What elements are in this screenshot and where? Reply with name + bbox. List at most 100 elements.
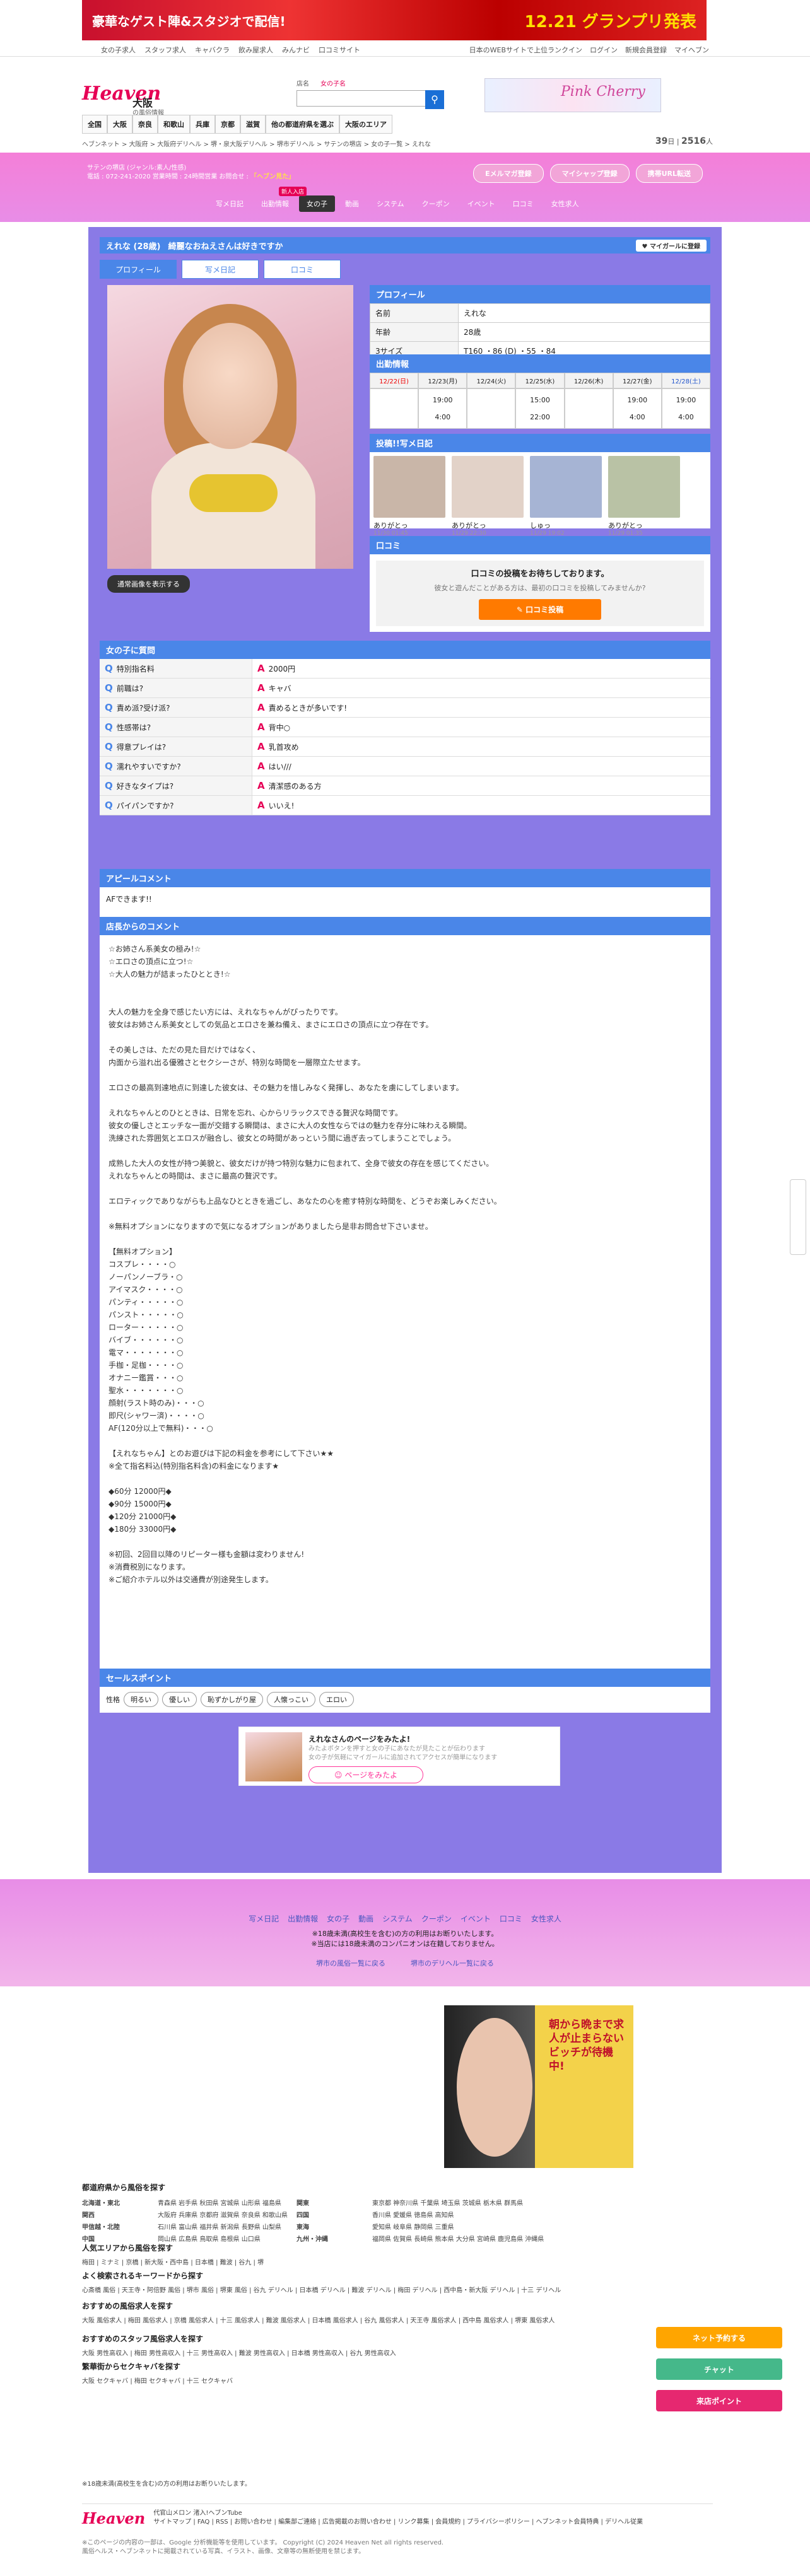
qa-row: Q 濡れやすいですか? A はい/// xyxy=(100,757,710,776)
side-ad[interactable]: Pink Cherry xyxy=(484,78,661,112)
shop-tab[interactable]: 出勤情報 xyxy=(254,195,296,212)
diary-title: ありがとっ xyxy=(452,522,486,530)
mita-title: えれなさんのページをみたよ! xyxy=(308,1735,411,1744)
search-input[interactable] xyxy=(296,90,425,107)
search-block-links[interactable]: 梅田 | ミナミ | 京橋 | 新大阪・西中島 | 日本橋 | 難波 | 谷九 … xyxy=(82,2257,713,2266)
bottom-tab[interactable]: 出勤情報 xyxy=(288,1913,318,1924)
footer-links-1[interactable]: 代官山メロン 渚入!ヘブンTube xyxy=(153,2509,643,2518)
diary-title: ありがとっ xyxy=(608,522,643,530)
mita-button[interactable]: ☺ ページをみたよ xyxy=(308,1766,424,1783)
diary-item[interactable]: ありがとっ 11/29 22:30 xyxy=(452,456,524,537)
pref-nav-item[interactable]: 奈良 xyxy=(132,115,158,134)
pref-nav-item[interactable]: 和歌山 xyxy=(158,115,190,134)
shop-tab[interactable]: イベント xyxy=(460,195,503,212)
search-block-links[interactable]: 心斎橋 風俗 | 天王寺・阿倍野 風俗 | 堺市 風俗 | 堺東 風俗 | 谷九… xyxy=(82,2285,713,2294)
profile-tab[interactable]: 写メ日記 xyxy=(182,260,259,279)
float-point-button[interactable]: 来店ポイント xyxy=(656,2390,782,2411)
top-nav-right-link[interactable]: 新規会員登録 xyxy=(625,45,667,55)
top-nav-link[interactable]: みんナビ xyxy=(282,45,310,55)
shop-button[interactable]: マイシャップ登録 xyxy=(549,164,630,183)
diary-item[interactable]: しゅっ 11/29 19:02 xyxy=(530,456,602,537)
bottom-tab[interactable]: 女性求人 xyxy=(531,1913,561,1924)
bottom-ad[interactable]: 朝から晩まで求人が止まらないビッチが待機中! xyxy=(444,2005,633,2168)
review-header: 口コミ xyxy=(370,536,710,554)
top-nav-right-link[interactable]: 日本のWEBサイトで上位ランクイン xyxy=(469,45,582,55)
bottom-link[interactable]: 堺市のデリヘル一覧に戻る xyxy=(411,1958,494,1968)
search-block-links[interactable]: 大阪 男性高収入 | 梅田 男性高収入 | 十三 男性高収入 | 難波 男性高収… xyxy=(82,2348,713,2357)
shop-tab[interactable]: システム xyxy=(369,195,412,212)
shop-tab[interactable]: クーポン xyxy=(414,195,457,212)
shop-tab[interactable]: 女性求人 xyxy=(544,195,587,212)
search-block-links[interactable]: 大阪 風俗求人 | 梅田 風俗求人 | 京橋 風俗求人 | 十三 風俗求人 | … xyxy=(82,2315,713,2324)
profile-tab[interactable]: プロフィール xyxy=(100,260,177,279)
mygirl-button[interactable]: ♥ マイガールに登録 xyxy=(635,240,707,252)
top-nav-link[interactable]: 飲み屋求人 xyxy=(238,45,273,55)
region-prefs[interactable]: 福岡県 佐賀県 長崎県 熊本県 大分県 宮崎県 鹿児島県 沖縄県 xyxy=(372,2234,561,2243)
pref-nav-item[interactable]: 滋賀 xyxy=(240,115,266,134)
breadcrumb-text[interactable]: ヘブンネット > 大阪府 > 大阪府デリヘル > 堺・泉大阪デリヘル > 堺市デ… xyxy=(82,141,431,148)
shop-button[interactable]: 携帯URL転送 xyxy=(635,164,703,183)
region-name: 関東 xyxy=(296,2200,309,2207)
search-block-links[interactable]: 大阪 セクキャバ | 梅田 セクキャバ | 十三 セクキャバ xyxy=(82,2375,713,2385)
diary-thumbnail xyxy=(608,456,680,518)
region-prefs[interactable]: 石川県 富山県 福井県 新潟県 長野県 山梨県 xyxy=(158,2222,296,2231)
search-block-title: 繁華街からセクキャバを探す xyxy=(82,2362,181,2371)
qa-row: Q 前職は? A キャバ xyxy=(100,679,710,698)
shop-tab[interactable]: 動画 xyxy=(338,195,367,212)
bottom-tab[interactable]: 口コミ xyxy=(500,1913,522,1924)
top-nav-link[interactable]: 口コミサイト xyxy=(319,45,360,55)
region-prefs[interactable]: 香川県 愛媛県 徳島県 高知県 xyxy=(372,2210,561,2219)
search-button[interactable]: ⚲ xyxy=(425,90,444,109)
bottom-tab[interactable]: 動画 xyxy=(358,1913,373,1924)
qa-answer: A 2000円 xyxy=(252,659,300,678)
diary-item[interactable]: ありがとっ 11/29 01:35 xyxy=(608,456,680,537)
float-reserve-button[interactable]: ネット予約する xyxy=(656,2327,782,2348)
heart-icon: ♥ xyxy=(642,243,650,250)
region-prefs[interactable]: 青森県 岩手県 秋田県 宮城県 山形県 福島県 xyxy=(158,2198,296,2207)
shop-tab[interactable]: 女の子 xyxy=(299,195,335,212)
girl-photo[interactable] xyxy=(107,285,353,569)
q-mark: Q xyxy=(105,780,113,791)
bottom-tab[interactable]: イベント xyxy=(461,1913,491,1924)
bottom-nav: 写メ日記 出勤情報 女の子 動画 システム クーポン イベント 口コミ 女性求人 ※18歳未満(… xyxy=(0,1879,810,1986)
pref-nav-item[interactable]: 大阪のエリア xyxy=(339,115,392,134)
top-nav-link[interactable]: 女の子求人 xyxy=(101,45,136,55)
search-girl-link[interactable]: 女の子名 xyxy=(320,78,346,88)
footer-logo[interactable]: Heaven xyxy=(82,2509,145,2527)
bottom-tab[interactable]: 写メ日記 xyxy=(249,1913,279,1924)
region-prefs[interactable]: 岡山県 広島県 鳥取県 島根県 山口県 xyxy=(158,2234,296,2243)
diary-item[interactable]: ありがとっ 11/30 01:45 xyxy=(373,456,445,537)
profile-tab[interactable]: 口コミ xyxy=(264,260,341,279)
bottom-links: 堺市の風俗一覧に戻る 堺市のデリヘル一覧に戻る xyxy=(0,1958,810,1968)
pref-nav-item[interactable]: 他の都道府県を選ぶ xyxy=(266,115,339,134)
bottom-tab[interactable]: システム xyxy=(382,1913,413,1924)
shop-tab[interactable]: 口コミ xyxy=(505,195,541,212)
shop-name[interactable]: サテンの堺店 (ジャンル:素人/性感) xyxy=(87,164,295,173)
pref-nav-item[interactable]: 兵庫 xyxy=(190,115,215,134)
pref-nav-item[interactable]: 大阪 xyxy=(107,115,132,134)
shop-tab[interactable]: 写メ日記 xyxy=(208,195,251,212)
bottom-link[interactable]: 堺市の風俗一覧に戻る xyxy=(316,1958,385,1968)
top-nav-right-link[interactable]: マイヘブン xyxy=(674,45,709,55)
bottom-tab[interactable]: 女の子 xyxy=(327,1913,349,1924)
top-nav-right-link[interactable]: ログイン xyxy=(590,45,618,55)
review-post-button[interactable]: ✎ 口コミ投稿 xyxy=(478,599,602,620)
top-banner[interactable]: 豪華なゲスト陣&スタジオで配信! 12.21 グランプリ発表 xyxy=(82,0,707,40)
float-chat-button[interactable]: チャット xyxy=(656,2358,782,2380)
diary-header: 投稿!!写メ日記 xyxy=(370,434,710,452)
banner-left: 豪華なゲスト陣&スタジオで配信! xyxy=(92,13,286,29)
heaven-logo[interactable]: Heaven xyxy=(82,78,161,110)
show-normal-photo-button[interactable]: 通常画像を表示する xyxy=(107,575,190,593)
top-nav-link[interactable]: スタッフ求人 xyxy=(144,45,186,55)
pref-nav-item[interactable]: 京都 xyxy=(215,115,240,134)
footer-links-2[interactable]: サイトマップ | FAQ | RSS | お問い合わせ | 編集部ご連絡 | 広… xyxy=(153,2518,643,2527)
search-block-title: 人気エリアから風俗を探す xyxy=(82,2244,173,2253)
region-prefs[interactable]: 愛知県 岐阜県 静岡県 三重県 xyxy=(372,2222,561,2231)
shop-button[interactable]: Eメルマガ登録 xyxy=(473,164,544,183)
bottom-tab[interactable]: クーポン xyxy=(421,1913,452,1924)
region-prefs[interactable]: 大阪府 兵庫県 京都府 滋賀県 奈良県 和歌山県 xyxy=(158,2210,296,2219)
region-prefs[interactable]: 東京都 神奈川県 千葉県 埼玉県 茨城県 栃木県 群馬県 xyxy=(372,2198,561,2207)
pref-nav-item[interactable]: 全国 xyxy=(82,115,107,134)
side-icons[interactable] xyxy=(790,1179,806,1255)
top-nav-link[interactable]: キャバクラ xyxy=(195,45,230,55)
